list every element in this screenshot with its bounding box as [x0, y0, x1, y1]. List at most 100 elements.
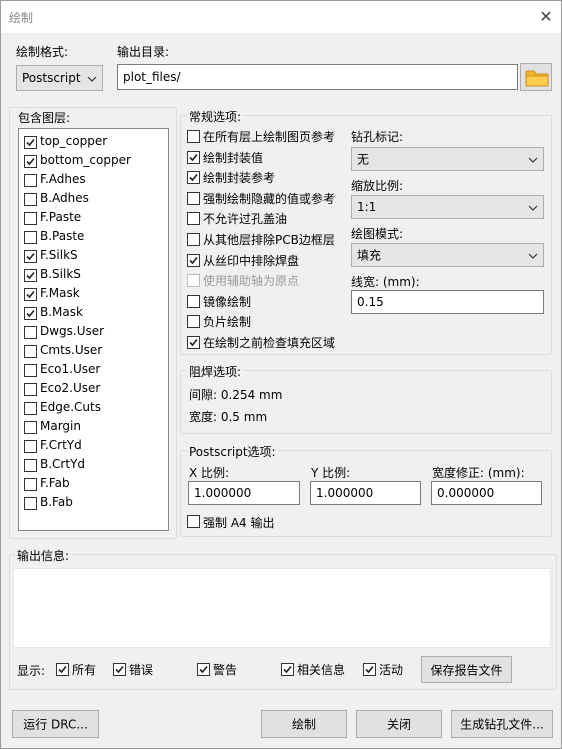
- layer-1-checkbox[interactable]: [24, 155, 37, 168]
- layer-3-checkbox[interactable]: [24, 193, 37, 206]
- filter-4-checkbox[interactable]: [363, 663, 376, 676]
- general-option-8-label: 镜像绘制: [203, 294, 252, 309]
- plot-mode-select[interactable]: 填充: [351, 243, 544, 267]
- run-drc-button[interactable]: 运行 DRC...: [12, 710, 99, 738]
- width-adjust-value: 0.000000: [437, 486, 495, 500]
- layer-13-checkbox[interactable]: [24, 383, 37, 396]
- general-option-2-checkbox[interactable]: [187, 171, 200, 185]
- plot-label: 绘制: [291, 717, 316, 732]
- scale-select[interactable]: 1:1: [351, 195, 544, 219]
- filter-0-label: 所有: [72, 663, 97, 677]
- layer-4-checkbox[interactable]: [24, 212, 37, 225]
- filter-2-label: 警告: [213, 663, 238, 677]
- force-a4-checkbox[interactable]: [187, 515, 200, 528]
- mask-width: 宽度: 0.5 mm: [189, 410, 268, 424]
- browse-folder-button[interactable]: [520, 63, 552, 91]
- messages-output-area[interactable]: [13, 568, 551, 648]
- layer-12-checkbox[interactable]: [24, 364, 37, 377]
- layer-1-label: bottom_copper: [40, 153, 131, 167]
- layer-17-checkbox[interactable]: [24, 459, 37, 472]
- filter-1-label: 错误: [129, 663, 154, 677]
- folder-icon: [525, 70, 549, 87]
- layer-12-label: Eco1.User: [40, 362, 101, 376]
- general-option-7-checkbox: [187, 274, 200, 288]
- layer-11-checkbox[interactable]: [24, 345, 37, 358]
- layer-14-checkbox[interactable]: [24, 402, 37, 415]
- layer-6-checkbox[interactable]: [24, 250, 37, 263]
- general-option-4-checkbox[interactable]: [187, 212, 200, 226]
- check-icon: [26, 157, 35, 166]
- plot-mode-value: 填充: [357, 248, 382, 263]
- layer-8-label: F.Mask: [40, 286, 80, 300]
- filter-0-checkbox[interactable]: [56, 663, 69, 676]
- general-option-1-label: 绘制封装值: [203, 150, 264, 165]
- general-option-9-checkbox[interactable]: [187, 315, 200, 329]
- general-option-5-checkbox[interactable]: [187, 233, 200, 246]
- format-label: 绘制格式:: [16, 45, 69, 59]
- run-drc-label: 运行 DRC...: [23, 717, 88, 732]
- general-option-0-checkbox[interactable]: [187, 130, 200, 143]
- output-dir-input[interactable]: plot_files/: [117, 64, 518, 90]
- filter-2-checkbox[interactable]: [197, 663, 210, 676]
- layer-15-checkbox[interactable]: [24, 421, 37, 434]
- layer-7-checkbox[interactable]: [24, 269, 37, 282]
- general-option-4-label: 不允许过孔盖油: [203, 212, 288, 227]
- filter-3-label: 相关信息: [297, 663, 346, 677]
- layer-0-label: top_copper: [40, 134, 108, 148]
- mask-options-label: 阻焊选项:: [187, 363, 244, 380]
- general-option-8-checkbox[interactable]: [187, 294, 200, 308]
- plot-button[interactable]: 绘制: [261, 710, 347, 738]
- check-icon: [26, 252, 35, 261]
- y-scale-value: 1.000000: [316, 486, 374, 500]
- layer-8-checkbox[interactable]: [24, 288, 37, 301]
- general-option-9-label: 负片绘制: [203, 315, 252, 330]
- layer-9-checkbox[interactable]: [24, 307, 37, 320]
- general-option-6-checkbox[interactable]: [187, 253, 200, 267]
- save-report-button[interactable]: 保存报告文件: [421, 656, 512, 683]
- drill-marks-value: 无: [357, 152, 370, 167]
- close-button[interactable]: 关闭: [356, 710, 442, 738]
- layer-0-checkbox[interactable]: [24, 136, 37, 149]
- output-dir-value: plot_files/: [123, 70, 181, 84]
- check-icon: [26, 271, 35, 280]
- plot-mode-label: 绘图模式:: [351, 227, 404, 241]
- layer-16-label: F.CrtYd: [40, 438, 82, 452]
- layer-2-checkbox[interactable]: [24, 174, 37, 187]
- check-icon: [26, 309, 35, 318]
- filter-1-checkbox[interactable]: [113, 663, 126, 676]
- layer-6-label: F.SilkS: [40, 248, 78, 262]
- check-icon: [283, 665, 292, 674]
- line-width-label: 线宽: (mm):: [351, 275, 420, 289]
- line-width-input[interactable]: 0.15: [351, 290, 544, 314]
- general-option-5-label: 从其他层排除PCB边框层: [203, 233, 335, 247]
- check-icon: [189, 153, 198, 161]
- width-adjust-input[interactable]: 0.000000: [431, 481, 542, 505]
- layer-9-label: B.Mask: [40, 305, 83, 319]
- plot-dialog: 绘制 ✕ 绘制格式: Postscript 输出目录: plot_files/ …: [0, 0, 562, 749]
- filter-3-checkbox[interactable]: [281, 663, 294, 676]
- layer-5-checkbox[interactable]: [24, 231, 37, 244]
- postscript-options-label: Postscript选项:: [187, 443, 278, 460]
- general-option-1-checkbox[interactable]: [187, 150, 200, 164]
- general-options-label: 常规选项:: [187, 108, 244, 125]
- layers-list: top_copper bottom_copper F.Adhes B.Adhes F.P…: [18, 128, 169, 531]
- layer-4-label: F.Paste: [40, 210, 82, 224]
- x-scale-input[interactable]: 1.000000: [188, 481, 300, 505]
- general-option-3-checkbox[interactable]: [187, 191, 200, 205]
- generate-drill-button[interactable]: 生成钻孔文件...: [451, 710, 553, 738]
- layer-16-checkbox[interactable]: [24, 440, 37, 453]
- layer-19-checkbox[interactable]: [24, 497, 37, 510]
- check-icon: [199, 665, 208, 674]
- general-option-10-checkbox[interactable]: [187, 336, 200, 349]
- layer-18-checkbox[interactable]: [24, 478, 37, 491]
- layer-10-checkbox[interactable]: [24, 326, 37, 339]
- format-select[interactable]: Postscript: [16, 65, 103, 91]
- close-label: 关闭: [386, 717, 411, 732]
- close-icon[interactable]: ✕: [533, 4, 559, 30]
- drill-marks-select[interactable]: 无: [351, 147, 544, 171]
- general-option-2-label: 绘制封装参考: [203, 171, 276, 186]
- generate-drill-label: 生成钻孔文件...: [460, 717, 544, 732]
- force-a4-label: 强制 A4 输出: [203, 516, 275, 530]
- y-scale-input[interactable]: 1.000000: [310, 481, 421, 505]
- general-option-3-label: 强制绘制隐藏的值或参考: [203, 191, 336, 206]
